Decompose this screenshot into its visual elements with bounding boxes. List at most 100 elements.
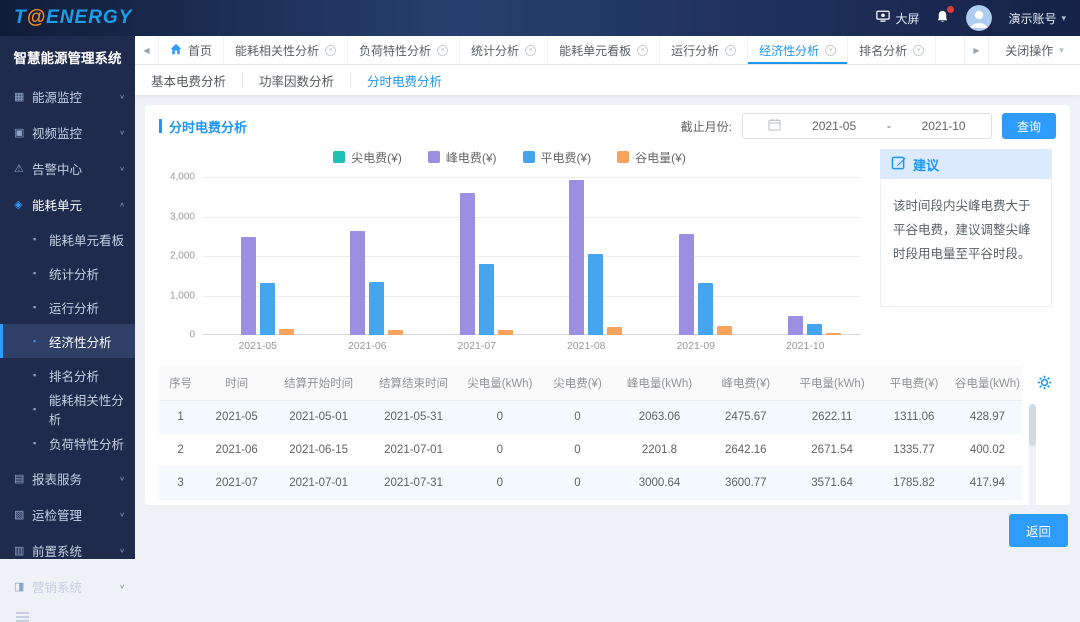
table-cell: 428.97 [952,400,1022,434]
avatar[interactable] [966,5,993,31]
table-row[interactable]: 1 2021-05 2021-05-01 2021-05-31 0 0 2063.06 247… [159,400,1022,434]
table-cell: 2 [159,433,203,467]
chevron-up-icon: ∧ [119,200,125,208]
close-icon[interactable]: × [325,44,337,56]
chart-bar[interactable] [678,233,694,335]
menu-collapse-icon[interactable] [16,612,135,622]
sidebar-item-0[interactable]: ▦ 能源监控 ∨ [0,78,135,114]
tab-6[interactable]: 经济性分析 × [748,36,849,64]
sidebar-item-5[interactable]: ▧ 运检管理 ∨ [0,496,135,532]
close-icon[interactable]: × [913,44,925,56]
back-button[interactable]: 返回 [1008,514,1068,547]
table-cell: 2063.06 [616,400,703,434]
sidebar-item-1[interactable]: ▣ 视频监控 ∨ [0,114,135,150]
chart-bar[interactable] [459,192,475,335]
chart-bar[interactable] [569,179,585,335]
tab-3[interactable]: 统计分析 × [460,36,549,64]
chart-bar[interactable] [788,315,804,335]
table-row[interactable]: 2 2021-06 2021-06-15 2021-07-01 0 0 2201.8 2642… [159,433,1022,467]
sidebar-item-4[interactable]: ▤ 报表服务 ∨ [0,460,135,496]
date-from-value: 2021-05 [812,119,857,133]
tab-1[interactable]: 能耗相关性分析 × [224,36,349,64]
query-button[interactable]: 查询 [1002,113,1056,139]
big-screen-button[interactable]: 大屏 [876,10,919,27]
table-row[interactable]: 42021-082021-08-012021-08-31003278.53933… [159,499,1022,505]
table-cell: 2021-08-01 [271,499,367,505]
chart-bar[interactable] [697,283,713,335]
tab-4[interactable]: 能耗单元看板 × [548,36,661,64]
sidebar-item-label: 营销系统 [32,580,83,595]
chart-bar[interactable] [240,237,256,335]
chart-bar[interactable] [478,264,494,335]
table-cell: 3933.16 [702,499,789,505]
chart-bar[interactable] [826,332,842,335]
legend-item[interactable]: 谷电量(¥) [617,149,686,166]
chart-bar[interactable] [716,326,732,335]
column-header[interactable]: 尖电量(kWh) [461,366,539,401]
column-header[interactable]: 时间 [202,366,272,401]
legend-label: 尖电费(¥) [351,150,402,165]
table-scrollbar[interactable] [1029,404,1036,505]
gear-icon[interactable] [1037,375,1052,395]
close-icon[interactable]: × [637,44,649,56]
sidebar-subitem[interactable]: ▪ 经济性分析 [0,324,135,358]
column-header[interactable]: 尖电费(¥) [538,366,617,401]
legend-swatch [617,151,630,163]
sidebar-item-label: 报表服务 [32,472,83,487]
column-header[interactable]: 平电费(¥) [875,366,953,401]
tabs-scroll-right-icon[interactable]: ▶ [964,36,988,64]
chart-bar[interactable] [278,329,294,335]
close-icon[interactable]: × [825,44,837,56]
subtab-2[interactable]: 分时电费分析 [350,73,458,89]
sidebar-subitem[interactable]: ▪ 负荷特性分析 [0,426,135,460]
video-monitor-icon: ▣ [14,126,25,139]
sidebar-item-6[interactable]: ▥ 前置系统 ∨ [0,532,135,568]
sidebar-item-2[interactable]: ⚠ 告警中心 ∨ [0,150,135,186]
sidebar-subitem[interactable]: ▪ 排名分析 [0,358,135,392]
close-icon[interactable]: × [725,44,737,56]
legend-item[interactable]: 峰电费(¥) [427,149,497,166]
column-header[interactable]: 序号 [159,366,203,401]
sidebar-subitem[interactable]: ▪ 能耗相关性分析 [0,392,135,427]
column-header[interactable]: 峰电量(kWh) [616,366,703,401]
chart-bar[interactable] [807,324,823,335]
chart-bar[interactable] [388,329,404,335]
sidebar-subitem[interactable]: ▪ 运行分析 [0,290,135,324]
legend-item[interactable]: 尖电费(¥) [333,149,402,166]
sidebar-item-7[interactable]: ◨ 营销系统 ∨ [0,568,135,604]
submenu-bullet-icon: ▪ [33,302,37,312]
chart-bar[interactable] [607,326,623,335]
chart-bar[interactable] [259,283,275,335]
tab-5[interactable]: 运行分析 × [660,36,749,64]
suggestion-header: 建议 [880,149,1052,179]
column-header[interactable]: 平电量(kWh) [788,366,876,401]
legend-item[interactable]: 平电费(¥) [522,149,591,166]
scrollbar-thumb[interactable] [1029,404,1036,446]
tab-0[interactable]: 首页 [159,36,225,64]
sidebar-subitem[interactable]: ▪ 统计分析 [0,256,135,290]
table-row[interactable]: 3 2021-07 2021-07-01 2021-07-31 0 0 3000.64 360… [159,466,1022,500]
tab-2[interactable]: 负荷特性分析 × [348,36,461,64]
notifications-button[interactable] [935,6,955,27]
sidebar-subitem[interactable]: ▪ 能耗单元看板 [0,222,135,256]
subtab-1[interactable]: 功率因数分析 [242,73,350,89]
column-header[interactable]: 结算结束时间 [366,366,462,401]
subtab-0[interactable]: 基本电费分析 [135,73,242,89]
sidebar-item-3[interactable]: ◈ 能耗单元 ∧ [0,186,135,222]
tab-7[interactable]: 排名分析 × [848,36,937,64]
chart-bar[interactable] [497,329,513,335]
date-range-input[interactable]: 2021-05 - 2021-10 [742,113,992,139]
column-header[interactable]: 峰电费(¥) [702,366,789,401]
tabs-scroll-left-icon[interactable]: ◀ [135,36,159,64]
column-header[interactable]: 谷电量(kWh) [952,366,1022,401]
chart-bar[interactable] [588,254,604,335]
chart-bar[interactable] [369,282,385,335]
account-menu[interactable]: 演示账号 ▾ [1008,10,1066,27]
close-icon[interactable]: × [437,44,449,56]
chart-bar[interactable] [350,230,366,335]
close-icon[interactable]: × [525,44,537,56]
close-operations-dropdown[interactable]: 关闭操作 ▾ [988,36,1080,64]
table-cell: 2021-06-15 [271,433,367,467]
chevron-down-icon: ∨ [119,92,125,100]
column-header[interactable]: 结算开始时间 [271,366,367,401]
